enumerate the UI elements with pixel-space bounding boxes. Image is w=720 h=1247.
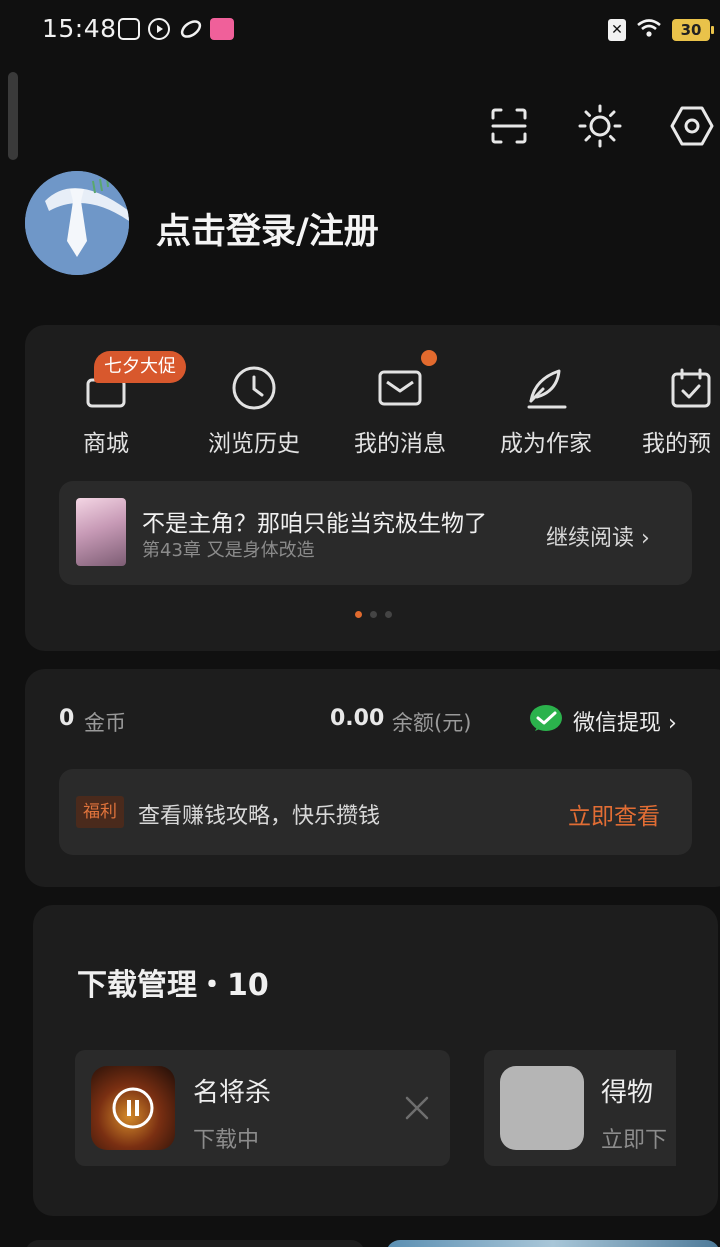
download-status: 下载中 (193, 1128, 260, 1153)
coins-label: 金币 (84, 711, 126, 735)
battery-icon: 30 (672, 19, 714, 41)
app-placeholder-icon (500, 1066, 584, 1150)
promo-badge: 七夕大促 (94, 351, 186, 383)
balance-value: 0.00 (330, 706, 385, 731)
shortcut-label: 我的预 (642, 431, 711, 457)
scan-icon[interactable] (485, 100, 533, 152)
balance-label: 余额(元) (392, 711, 472, 735)
leaf-app-icon (180, 18, 202, 40)
download-manager-title[interactable]: 下载管理・10 (77, 960, 269, 1004)
scrollbar[interactable] (8, 72, 18, 160)
next-card-right-banner (386, 1240, 720, 1247)
quill-pen-icon (476, 362, 616, 414)
download-app-name: 名将杀 (193, 1078, 272, 1108)
continue-reading-button[interactable]: 继续阅读 › (546, 520, 650, 552)
shortcut-my-booking[interactable]: 我的预 (622, 362, 720, 458)
wifi-icon (636, 18, 662, 42)
game-app-icon (91, 1066, 175, 1150)
shortcut-history[interactable]: 浏览历史 (184, 362, 324, 458)
wechat-withdraw-button[interactable]: 微信提现 › (573, 705, 677, 737)
download-item[interactable]: 得物 立即下 (484, 1050, 676, 1166)
shortcut-become-writer[interactable]: 成为作家 (476, 362, 616, 458)
book-title: 不是主角？那咱只能当究极生物了 (142, 511, 487, 537)
book-cover (76, 498, 126, 566)
download-status: 立即下 (601, 1128, 668, 1153)
download-item[interactable]: 名将杀 下载中 (75, 1050, 450, 1166)
mail-icon (330, 362, 470, 414)
coins-value: 0 (59, 706, 75, 731)
welfare-text: 查看赚钱攻略，快乐攒钱 (138, 804, 381, 829)
carousel-dot (355, 611, 362, 618)
calendar-check-icon (622, 362, 720, 414)
view-now-link[interactable]: 立即查看 (568, 797, 660, 831)
bilibili-icon (210, 18, 234, 40)
unread-dot (421, 350, 437, 366)
brightness-icon[interactable] (576, 100, 624, 152)
clock-icon (184, 362, 324, 414)
shortcut-label: 我的消息 (354, 431, 446, 457)
status-right-group: ✕ 30 (608, 18, 714, 42)
shortcut-messages[interactable]: 我的消息 (330, 362, 470, 458)
shortcut-label: 商城 (83, 431, 129, 457)
notification-app-icon (118, 18, 140, 40)
settings-icon[interactable] (668, 100, 716, 152)
sim-off-icon: ✕ (608, 19, 626, 41)
carousel-dot (370, 611, 377, 618)
close-icon[interactable] (403, 1094, 431, 1122)
next-card-left (25, 1240, 365, 1247)
shortcut-label: 成为作家 (500, 431, 592, 457)
carousel-indicator (355, 611, 392, 618)
download-app-name: 得物 (601, 1078, 654, 1108)
book-chapter: 第43章 又是身体改造 (142, 540, 315, 561)
avatar[interactable] (25, 171, 129, 275)
welfare-tag: 福利 (76, 796, 124, 828)
carousel-dot (385, 611, 392, 618)
shortcut-label: 浏览历史 (208, 431, 300, 457)
play-icon (148, 18, 170, 40)
login-register-link[interactable]: 点击登录/注册 (156, 203, 379, 254)
status-time: 15:48 (42, 14, 117, 43)
wechat-icon (529, 703, 563, 735)
